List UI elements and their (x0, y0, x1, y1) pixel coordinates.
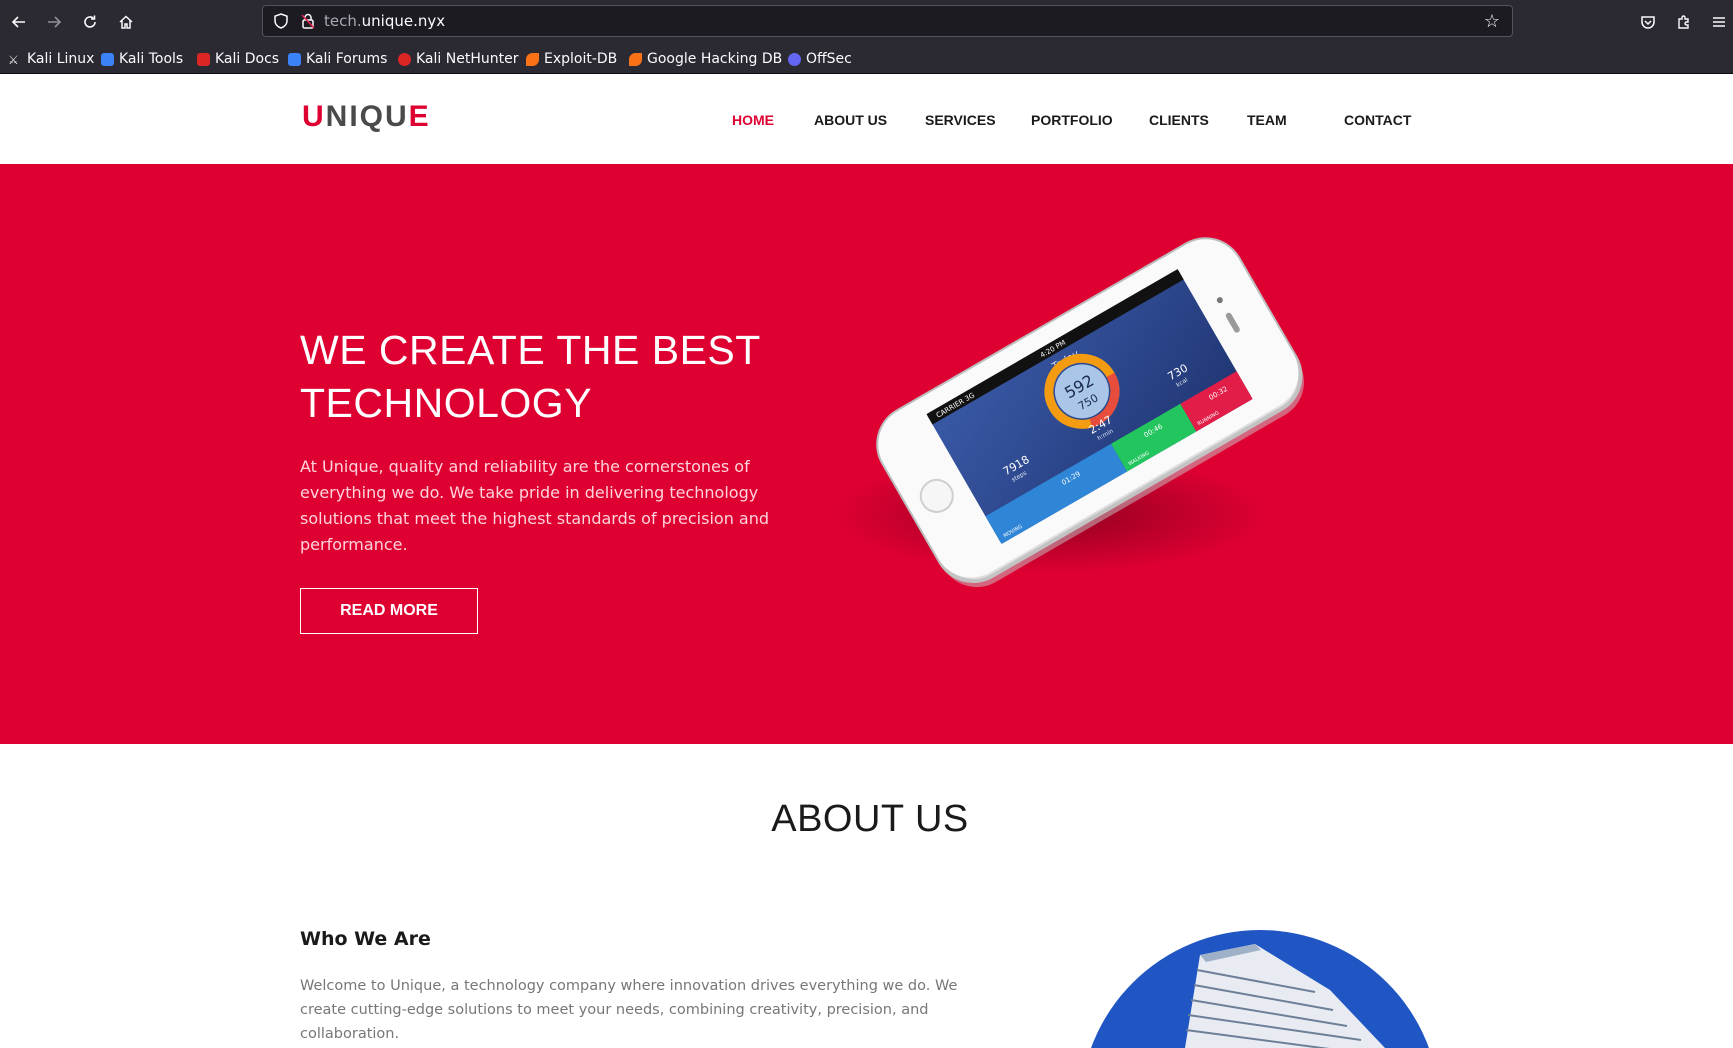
nav-about-us[interactable]: ABOUT US (814, 112, 887, 128)
bookmark-exploit-db[interactable]: Exploit-DB (526, 48, 617, 70)
about-building-image (1085, 930, 1435, 1048)
phone-svg: CARRIER 3G 4:20 PM Today 592 750 7918 st… (830, 237, 1304, 588)
hero-title-line2: TECHNOLOGY (300, 380, 593, 426)
kali-tools-icon (101, 52, 114, 66)
nethunter-icon (398, 52, 411, 66)
bookmark-star-icon[interactable]: ☆ (1484, 11, 1500, 32)
bookmark-label: Kali Docs (215, 51, 280, 67)
logo-middle: NIQU (325, 100, 409, 133)
bookmark-label: Kali Forums (306, 51, 388, 67)
logo-first-letter: U (302, 100, 326, 133)
bookmark-kali-linux[interactable]: ⚔ Kali Linux (8, 48, 94, 70)
bookmark-google-hacking-db[interactable]: Google Hacking DB (629, 48, 782, 70)
hero-description: At Unique, quality and reliability are t… (300, 457, 770, 554)
hero-title-line1: WE CREATE THE BEST (300, 327, 761, 373)
kali-forums-icon (288, 52, 301, 66)
bookmark-kali-forums[interactable]: Kali Forums (288, 48, 387, 70)
reload-icon (84, 15, 96, 28)
nav-team[interactable]: TEAM (1247, 112, 1287, 128)
url-subdomain: tech. (324, 12, 362, 30)
puzzle-icon (1678, 15, 1689, 29)
bookmark-kali-nethunter[interactable]: Kali NetHunter (398, 48, 518, 70)
home-button[interactable] (113, 9, 139, 35)
site-logo[interactable]: UNIQUE (302, 100, 431, 134)
address-bar[interactable]: tech.unique.nyx ☆ (262, 5, 1513, 37)
bookmark-label: Kali Tools (119, 51, 184, 67)
reload-button[interactable] (77, 9, 103, 35)
bookmark-label: OffSec (806, 51, 852, 67)
extensions-button[interactable] (1671, 9, 1697, 35)
home-icon (119, 15, 133, 29)
ghdb-icon (629, 52, 642, 66)
bookmarks-toolbar: ⚔ Kali Linux Kali Tools Kali Docs Kali F… (0, 44, 1733, 74)
browser-toolbar: tech.unique.nyx ☆ (0, 0, 1733, 44)
read-more-button[interactable]: READ MORE (300, 588, 478, 634)
nav-home[interactable]: HOME (732, 112, 774, 128)
who-we-are-heading: Who We Are (300, 928, 431, 950)
bookmark-label: Kali Linux (27, 51, 95, 67)
exploit-db-icon (526, 52, 539, 66)
kali-docs-icon (197, 52, 210, 66)
insecure-lock-icon[interactable] (299, 12, 317, 30)
phone-illustration: CARRIER 3G 4:20 PM Today 592 750 7918 st… (820, 214, 1360, 594)
forward-arrow-icon (48, 16, 62, 28)
hamburger-icon (1713, 17, 1725, 27)
building-illustration (1085, 930, 1435, 1048)
hero-title: WE CREATE THE BEST TECHNOLOGY (300, 324, 820, 430)
url-text[interactable]: tech.unique.nyx (324, 12, 445, 30)
pocket-button[interactable] (1635, 9, 1661, 35)
bookmark-label: Kali NetHunter (416, 51, 519, 67)
nav-portfolio[interactable]: PORTFOLIO (1031, 112, 1113, 128)
bookmark-label: Exploit-DB (544, 51, 618, 67)
back-button[interactable] (6, 9, 32, 35)
bookmark-offsec[interactable]: OffSec (788, 48, 852, 70)
kali-dragon-icon: ⚔ (8, 52, 19, 67)
offsec-icon (788, 52, 801, 66)
nav-contact[interactable]: CONTACT (1344, 112, 1411, 128)
forward-button[interactable] (41, 9, 67, 35)
pocket-icon (1641, 16, 1655, 29)
shield-icon[interactable] (272, 12, 290, 30)
nav-services[interactable]: SERVICES (925, 112, 996, 128)
back-arrow-icon (11, 16, 25, 28)
logo-last-letter: E (408, 100, 431, 133)
nav-clients[interactable]: CLIENTS (1149, 112, 1209, 128)
who-we-are-text: Welcome to Unique, a technology company … (300, 978, 958, 1042)
about-section-title: ABOUT US (771, 798, 969, 840)
bookmark-kali-docs[interactable]: Kali Docs (197, 48, 279, 70)
app-menu-button[interactable] (1706, 9, 1732, 35)
hero-section: WE CREATE THE BEST TECHNOLOGY At Unique,… (0, 164, 1733, 744)
bookmark-kali-tools[interactable]: Kali Tools (101, 48, 183, 70)
site-header: UNIQUE HOME ABOUT US SERVICES PORTFOLIO … (0, 74, 1733, 164)
url-domain: unique.nyx (361, 12, 446, 30)
bookmark-label: Google Hacking DB (647, 51, 783, 67)
